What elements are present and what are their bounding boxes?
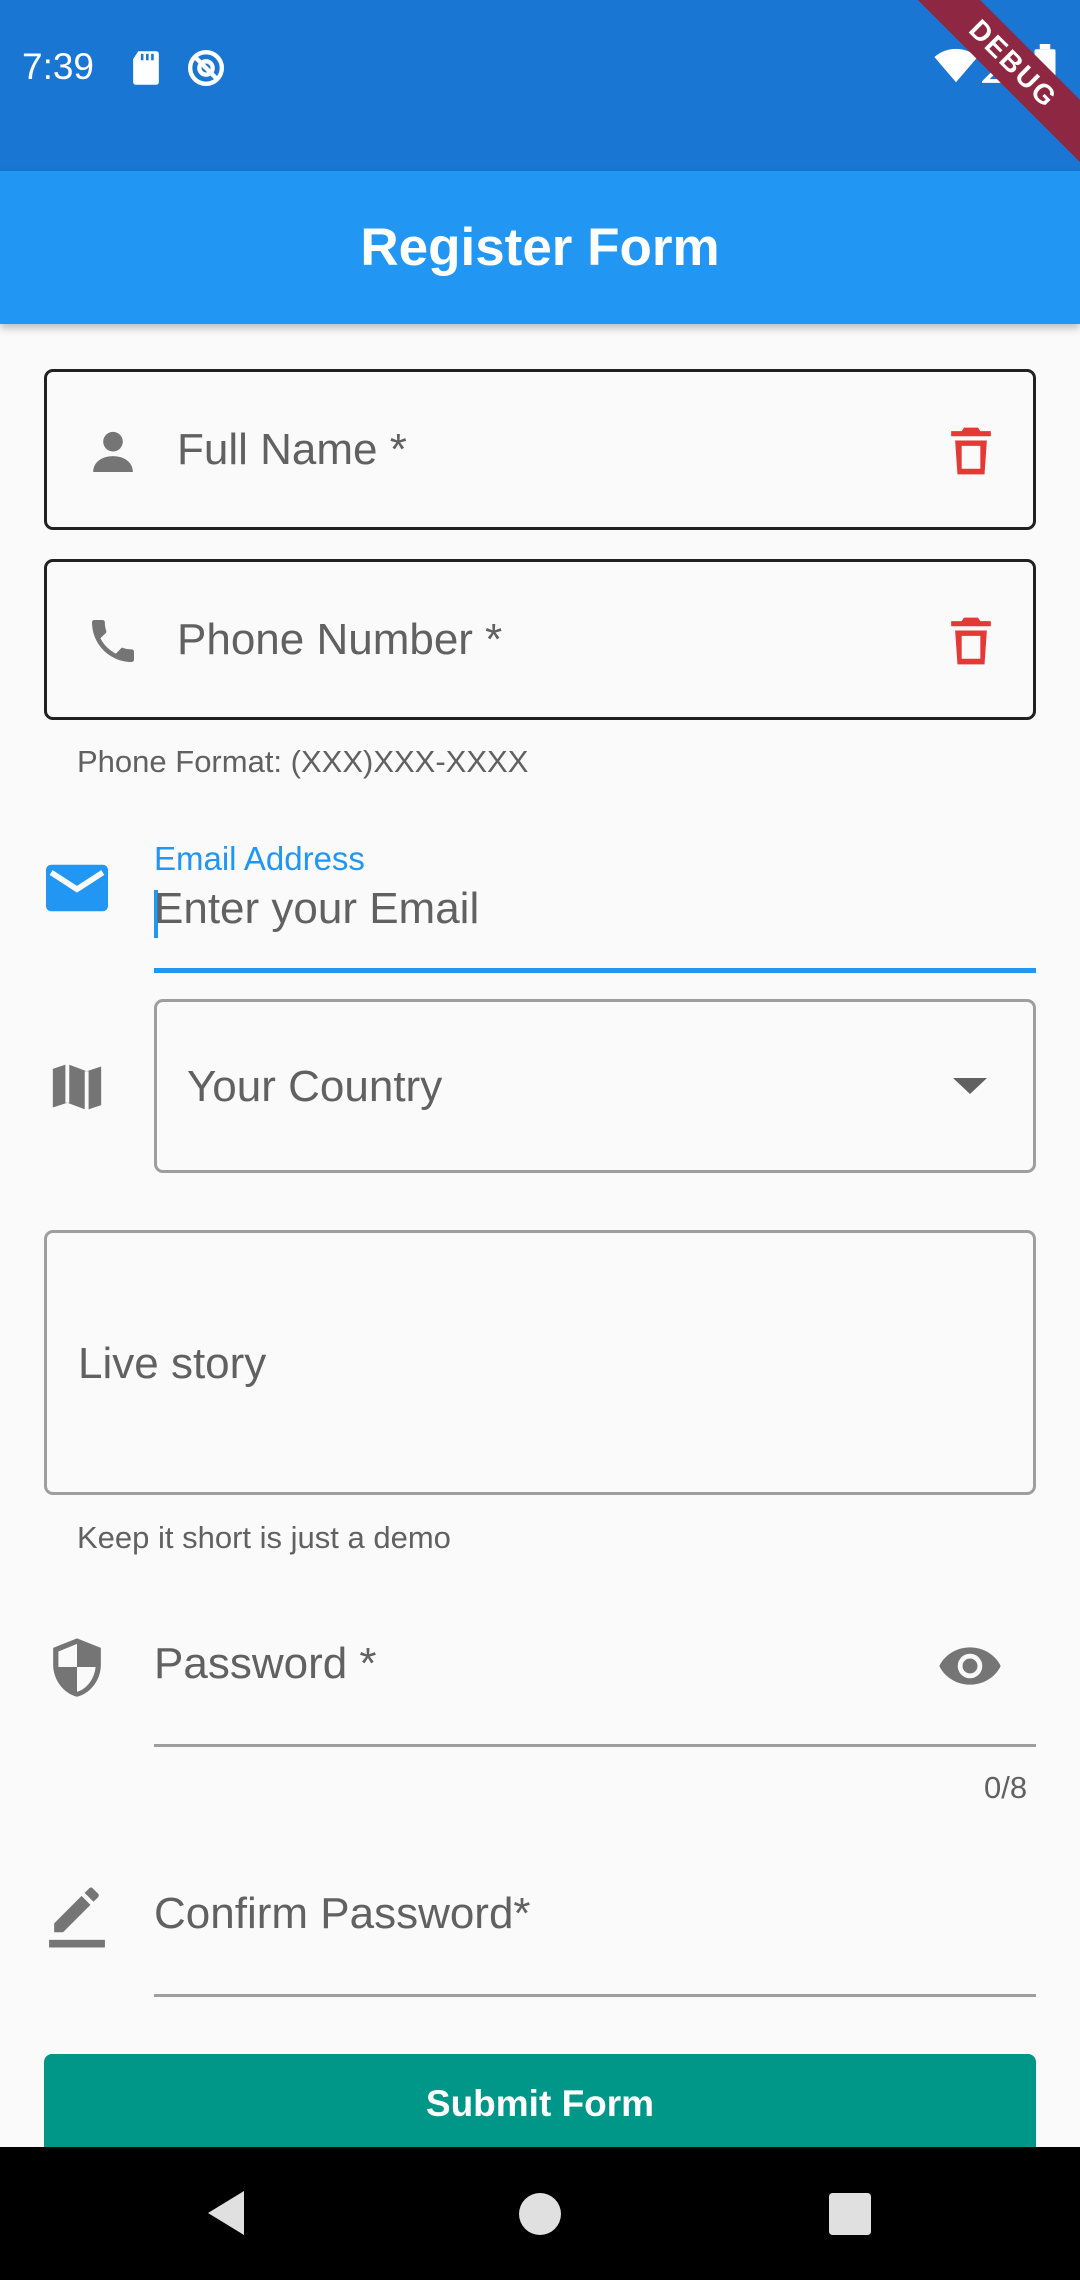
email-underline (154, 968, 1036, 973)
submit-form-button[interactable]: Submit Form (44, 2054, 1036, 2154)
email-placeholder: Enter your Email (154, 884, 480, 933)
live-story-label: Live story (78, 1339, 267, 1388)
email-icon (46, 864, 108, 912)
phone-number-field[interactable]: Phone Number * (44, 559, 1036, 720)
page-title: Register Form (360, 218, 720, 277)
status-bar: 7:39 DEBUG (0, 0, 1080, 171)
sync-disabled-icon (188, 50, 224, 86)
country-dropdown[interactable]: Your Country (154, 999, 1036, 1173)
home-icon[interactable] (519, 2193, 561, 2235)
password-underline (154, 1744, 1036, 1747)
edit-icon (49, 1887, 105, 1948)
sd-card-icon (133, 51, 159, 85)
email-floating-label: Email Address (154, 840, 365, 877)
phone-number-label: Phone Number * (177, 615, 503, 664)
eye-icon[interactable] (938, 1644, 1002, 1688)
phone-icon (92, 620, 134, 662)
live-story-helper-text: Keep it short is just a demo (77, 1520, 451, 1555)
phone-helper-text: Phone Format: (XXX)XXX-XXXX (77, 744, 529, 779)
confirm-password-input[interactable] (154, 1870, 1036, 1980)
back-icon[interactable] (204, 2189, 248, 2237)
navigation-bar (0, 2147, 1080, 2280)
app-bar: Register Form (0, 171, 1080, 324)
recents-icon[interactable] (829, 2193, 871, 2235)
password-input[interactable] (154, 1620, 914, 1730)
full-name-label: Full Name * (177, 425, 407, 474)
country-hint: Your Country (187, 1062, 443, 1111)
email-input[interactable]: Enter your Email (154, 880, 1036, 970)
arrow-drop-down-icon (953, 1078, 987, 1094)
status-time: 7:39 (22, 46, 95, 87)
password-counter: 0/8 (984, 1770, 1028, 1805)
delete-icon[interactable] (943, 613, 999, 669)
full-name-field[interactable]: Full Name * (44, 369, 1036, 530)
confirm-password-underline (154, 1994, 1036, 1997)
map-icon (52, 1064, 102, 1110)
shield-icon (53, 1638, 101, 1697)
person-icon (93, 431, 133, 472)
live-story-field[interactable]: Live story (44, 1230, 1036, 1495)
delete-icon[interactable] (943, 423, 999, 479)
